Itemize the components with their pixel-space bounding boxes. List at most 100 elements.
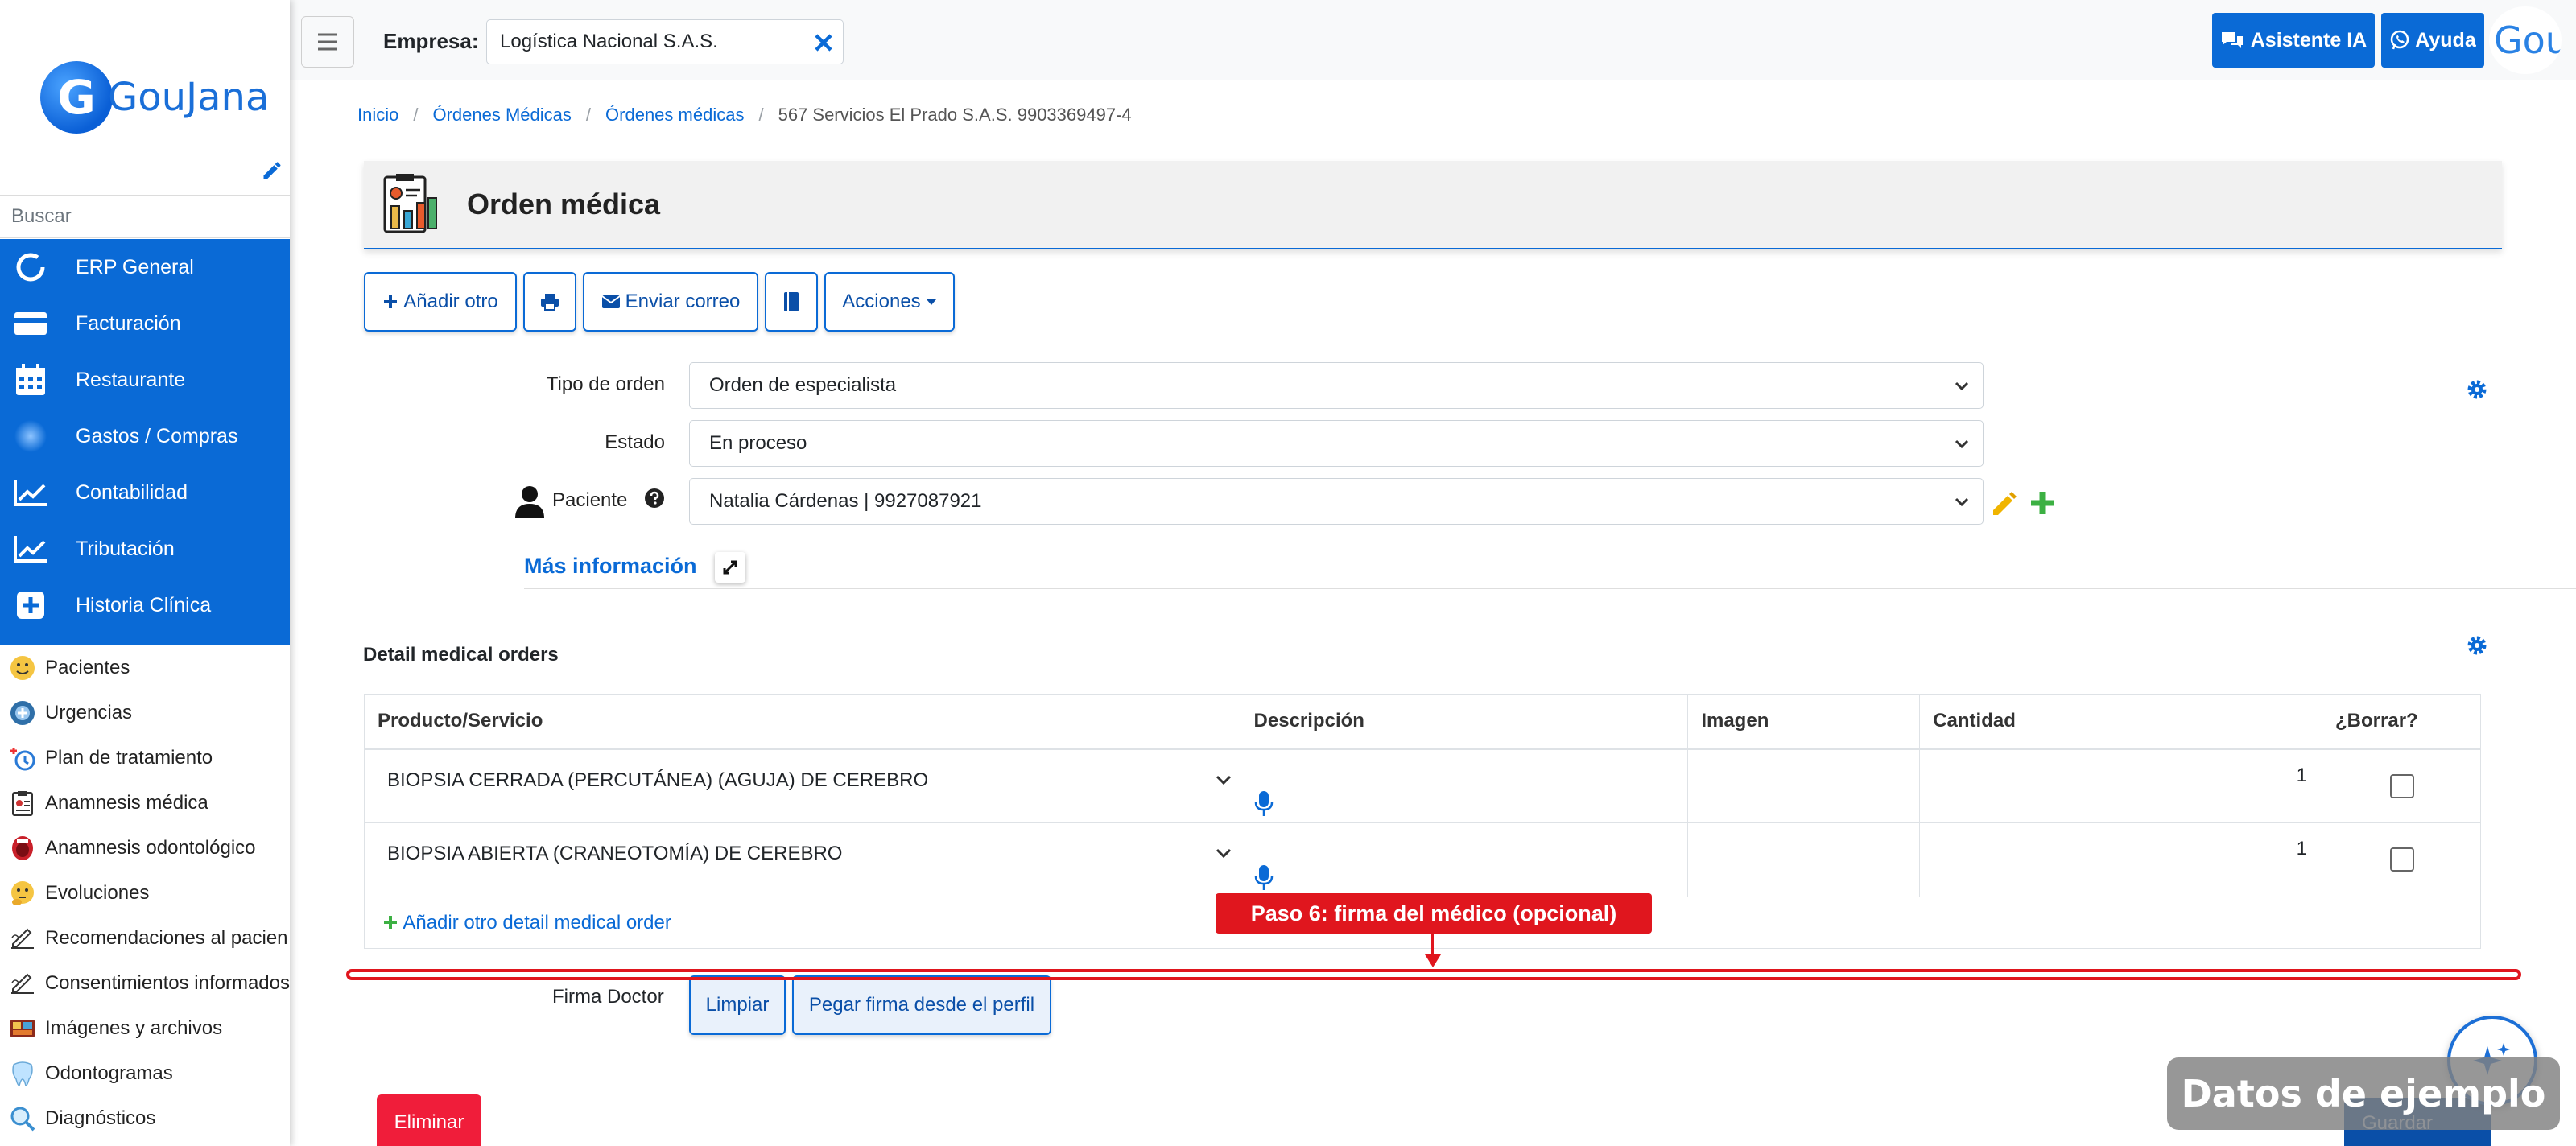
product-select[interactable]: BIOPSIA CERRADA (PERCUTÁNEA) (AGUJA) DE …: [364, 748, 1241, 823]
chevron-down-icon: [1216, 848, 1231, 859]
menu-item-erp-general[interactable]: ERP General: [0, 239, 290, 295]
description-field[interactable]: [1240, 748, 1689, 823]
quantity-value: 1: [2296, 765, 2308, 786]
menu-item-restaurante[interactable]: Restaurante: [0, 352, 290, 408]
delete-row-checkbox[interactable]: [2390, 774, 2415, 798]
submenu-item-plan-tratamiento[interactable]: Plan de tratamiento: [0, 736, 290, 781]
submenu-item-diagnosticos[interactable]: Diagnósticos: [0, 1096, 290, 1141]
menu-item-historia-clinica[interactable]: Historia Clínica: [0, 577, 290, 633]
logo-mark: G: [40, 61, 113, 134]
paciente-label: Paciente: [552, 489, 628, 511]
actions-dropdown-button[interactable]: Acciones: [824, 272, 955, 332]
delete-row-checkbox[interactable]: [2390, 847, 2415, 872]
submenu-item-pacientes[interactable]: Pacientes: [0, 645, 290, 690]
menu-item-facturacion[interactable]: Facturación: [0, 295, 290, 352]
submenu-item-recomendaciones[interactable]: Recomendaciones al pacien: [0, 916, 290, 961]
breadcrumb-current: 567 Servicios El Prado S.A.S. 9903369497…: [778, 105, 1132, 125]
edit-sidebar-pencil-icon[interactable]: [261, 159, 283, 182]
submenu-item-label: Anamnesis odontológico: [45, 837, 256, 859]
table-row: BIOPSIA ABIERTA (CRANEOTOMÍA) DE CEREBRO…: [364, 822, 2481, 897]
user-avatar[interactable]: Gou: [2489, 6, 2562, 74]
breadcrumb-ordenes-medicas[interactable]: Órdenes Médicas: [432, 105, 571, 126]
main-menu: ERP General Facturación Restaurante Gast…: [0, 239, 290, 645]
plus-square-icon: [13, 587, 48, 623]
paste-signature-button[interactable]: Pegar firma desde el perfil: [792, 975, 1051, 1035]
tipo-orden-select[interactable]: Orden de especialista: [689, 362, 1984, 409]
empresa-value: Logística Nacional S.A.S.: [500, 31, 718, 52]
submenu-item-urgencias[interactable]: Urgencias: [0, 690, 290, 736]
submenu-item-anamnesis-odontologico[interactable]: Anamnesis odontológico: [0, 826, 290, 871]
menu-item-label: Restaurante: [76, 368, 186, 391]
calendar-icon: [13, 362, 48, 398]
action-toolbar: Añadir otro Enviar correo Acciones: [364, 272, 955, 332]
add-another-button[interactable]: Añadir otro: [364, 272, 517, 332]
help-question-icon[interactable]: [644, 488, 665, 509]
detail-settings-gear-icon[interactable]: [2466, 634, 2488, 657]
submenu-item-anamnesis-medica[interactable]: Anamnesis médica: [0, 781, 290, 826]
microphone-icon[interactable]: [1254, 790, 1274, 818]
delete-label: Eliminar: [394, 1111, 464, 1133]
signature-highlight-box: [346, 969, 2521, 980]
description-field[interactable]: [1240, 822, 1689, 897]
chevron-down-icon: [1216, 775, 1231, 785]
estado-select[interactable]: En proceso: [689, 420, 1984, 467]
breadcrumb-separator: /: [758, 105, 764, 125]
sidebar-search-input[interactable]: Buscar: [0, 195, 290, 238]
clear-signature-label: Limpiar: [705, 994, 770, 1016]
edit-patient-pencil-icon[interactable]: [1990, 489, 2019, 518]
submenu-item-label: Anamnesis médica: [45, 792, 208, 814]
top-bar: Empresa: Logística Nacional S.A.S. Asist…: [290, 0, 2576, 80]
clear-empresa-icon[interactable]: [811, 30, 836, 56]
help-button[interactable]: Ayuda: [2381, 13, 2484, 68]
delete-button[interactable]: Eliminar: [377, 1094, 481, 1146]
image-cell[interactable]: [1687, 748, 1921, 823]
hamburger-menu-button[interactable]: [301, 16, 354, 68]
submenu-item-label: Diagnósticos: [45, 1107, 156, 1129]
print-button[interactable]: [523, 272, 576, 332]
actions-label: Acciones: [842, 291, 921, 312]
submenu-item-odontogramas[interactable]: Odontogramas: [0, 1051, 290, 1096]
breadcrumb-inicio[interactable]: Inicio: [357, 105, 398, 126]
delete-cell: [2322, 748, 2481, 823]
image-cell[interactable]: [1687, 822, 1921, 897]
product-select[interactable]: BIOPSIA ABIERTA (CRANEOTOMÍA) DE CEREBRO: [364, 822, 1241, 897]
product-value: BIOPSIA CERRADA (PERCUTÁNEA) (AGUJA) DE …: [387, 769, 929, 791]
submenu-item-consentimientos[interactable]: Consentimientos informados: [0, 961, 290, 1006]
tipo-orden-value: Orden de especialista: [709, 374, 897, 396]
quantity-field[interactable]: 1: [1919, 822, 2323, 897]
chart-line-icon: [13, 475, 48, 510]
expand-arrows-icon: [723, 560, 737, 575]
signature-icon: [6, 922, 39, 954]
clear-signature-button[interactable]: Limpiar: [689, 975, 786, 1035]
ai-assistant-button[interactable]: Asistente IA: [2212, 13, 2375, 68]
menu-item-contabilidad[interactable]: Contabilidad: [0, 464, 290, 521]
tooth-icon: [6, 1057, 39, 1090]
menu-item-tributacion[interactable]: Tributación: [0, 521, 290, 577]
expand-more-info-button[interactable]: [715, 552, 745, 583]
submenu-item-label: Consentimientos informados: [44, 972, 290, 994]
magnifier-icon: [6, 1103, 39, 1135]
menu-item-label: Tributación: [76, 537, 175, 560]
send-email-button[interactable]: Enviar correo: [583, 272, 758, 332]
callout-arrow: [1425, 954, 1441, 967]
breadcrumb-ordenes-medicas-list[interactable]: Órdenes médicas: [605, 105, 744, 126]
book-button[interactable]: [765, 272, 818, 332]
menu-item-label: ERP General: [76, 255, 194, 278]
quantity-field[interactable]: 1: [1919, 748, 2323, 823]
menu-item-label: Historia Clínica: [76, 593, 212, 616]
add-patient-plus-icon[interactable]: [2029, 489, 2056, 517]
more-info-toggle[interactable]: Más información: [524, 554, 697, 579]
table-header-row: Producto/Servicio Descripción Imagen Can…: [364, 694, 2481, 750]
submenu-item-imagenes[interactable]: Imágenes y archivos: [0, 1006, 290, 1051]
submenu-item-evoluciones[interactable]: Evoluciones: [0, 871, 290, 916]
empresa-label: Empresa:: [383, 29, 479, 53]
empresa-select[interactable]: Logística Nacional S.A.S.: [486, 19, 844, 64]
chat-bubbles-icon: [2221, 32, 2243, 48]
paciente-select[interactable]: Natalia Cárdenas | 9927087921: [689, 478, 1984, 525]
paste-signature-label: Pegar firma desde el perfil: [808, 994, 1035, 1016]
detail-section-title: Detail medical orders: [363, 644, 559, 666]
menu-item-gastos-compras[interactable]: Gastos / Compras: [0, 408, 290, 464]
microphone-icon[interactable]: [1254, 864, 1274, 892]
form-settings-gear-icon[interactable]: [2466, 378, 2488, 401]
app-logo[interactable]: G GouJana: [40, 61, 269, 134]
